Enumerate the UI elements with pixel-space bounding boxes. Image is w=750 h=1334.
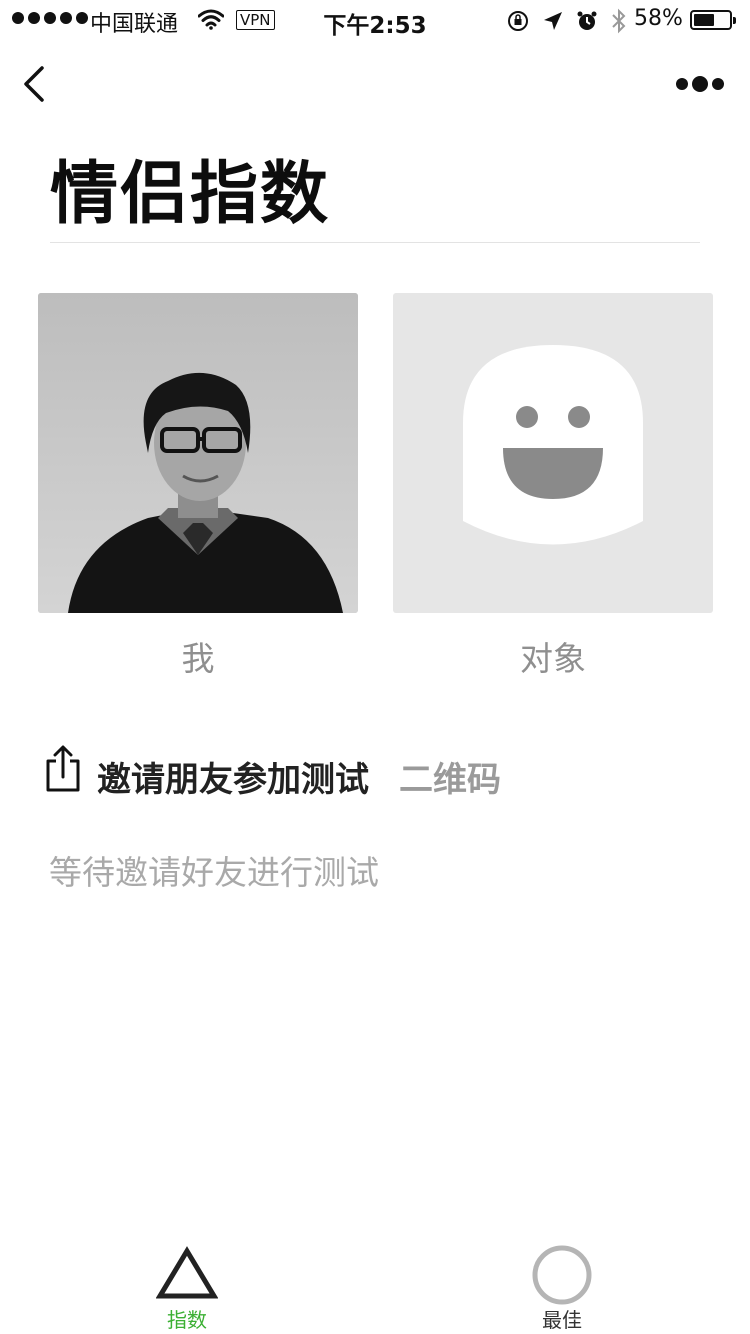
title-divider bbox=[50, 242, 700, 243]
location-arrow-icon bbox=[544, 12, 562, 30]
ghost-smiley-icon bbox=[463, 345, 643, 545]
waiting-status-text: 等待邀请好友进行测试 bbox=[49, 853, 379, 892]
bluetooth-icon bbox=[612, 8, 626, 34]
tab-best[interactable]: 最佳 bbox=[462, 1244, 662, 1333]
tab-index-label: 指数 bbox=[167, 1308, 207, 1332]
status-icons bbox=[506, 8, 628, 34]
more-dot bbox=[692, 76, 708, 92]
invite-friend-button[interactable]: 邀请朋友参加测试 bbox=[97, 752, 369, 801]
tab-index[interactable]: 指数 bbox=[87, 1246, 287, 1333]
battery-percent: 58% bbox=[634, 6, 683, 31]
portrait-illustration bbox=[38, 293, 358, 613]
circle-icon bbox=[532, 1245, 592, 1305]
alarm-icon bbox=[577, 11, 597, 30]
status-bar: 中国联通 VPN 下午2:53 58% bbox=[0, 0, 750, 40]
partner-avatar-placeholder[interactable] bbox=[393, 293, 713, 613]
tab-best-label: 最佳 bbox=[542, 1308, 582, 1332]
battery-fill bbox=[694, 14, 714, 26]
triangle-icon bbox=[155, 1246, 219, 1299]
page-title: 情侣指数 bbox=[50, 155, 331, 234]
my-label: 我 bbox=[181, 639, 215, 678]
partner-label: 对象 bbox=[520, 639, 586, 678]
more-options-button[interactable] bbox=[676, 76, 724, 92]
qrcode-button[interactable]: 二维码 bbox=[399, 752, 501, 801]
my-avatar-photo[interactable] bbox=[38, 293, 358, 613]
share-icon[interactable] bbox=[44, 745, 82, 793]
battery-icon bbox=[690, 10, 736, 30]
more-dot bbox=[676, 78, 688, 90]
back-chevron-icon[interactable] bbox=[18, 62, 58, 106]
rotation-lock-icon bbox=[508, 11, 528, 31]
more-dot bbox=[712, 78, 724, 90]
